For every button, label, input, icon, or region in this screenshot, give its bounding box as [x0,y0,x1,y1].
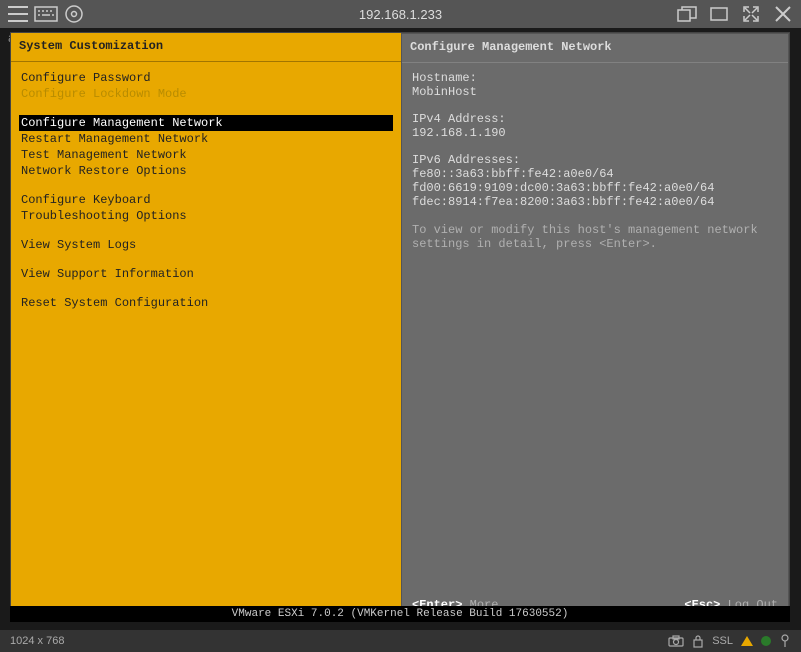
menu-item[interactable]: Configure Lockdown Mode [19,86,393,102]
menu-icon[interactable] [6,2,30,26]
topbar-left-icons [6,2,86,26]
status-bar: 1024 x 768 SSL [0,630,801,652]
fullscreen-icon[interactable] [739,2,763,26]
pin-icon[interactable] [779,634,791,648]
dcui-panels: System Customization Configure PasswordC… [11,33,789,619]
remote-host-title: 192.168.1.233 [359,7,442,22]
menu-item[interactable]: Configure Keyboard [19,192,393,208]
left-panel: System Customization Configure PasswordC… [11,33,401,619]
keyboard-icon[interactable] [34,2,58,26]
status-resolution: 1024 x 768 [10,635,64,647]
menu-item[interactable]: Test Management Network [19,147,393,163]
menu-item[interactable]: Configure Management Network [19,115,393,131]
menu-item[interactable]: Restart Management Network [19,131,393,147]
close-icon[interactable] [771,2,795,26]
window-restore-icon[interactable] [675,2,699,26]
menu-item[interactable]: Troubleshooting Options [19,208,393,224]
status-circle-icon [761,636,771,646]
esxi-dcui-window: System Customization Configure PasswordC… [10,32,790,620]
ipv4-value: 192.168.1.190 [412,126,778,140]
hostname-label: Hostname: [412,71,778,85]
topbar-right-icons [675,2,795,26]
esxi-version-footer: VMware ESXi 7.0.2 (VMKernel Release Buil… [10,606,790,622]
ipv6-label: IPv6 Addresses: [412,153,778,167]
menu-item[interactable]: View Support Information [19,266,393,282]
ssl-label: SSL [712,635,733,647]
left-panel-header: System Customization [11,33,401,61]
warning-triangle-icon [741,636,753,646]
menu-item[interactable]: Configure Password [19,70,393,86]
disc-icon[interactable] [62,2,86,26]
detail-hint: To view or modify this host's management… [412,223,778,251]
ipv6-value-1: fd00:6619:9109:dc00:3a63:bbff:fe42:a0e0/… [412,181,778,195]
menu-item[interactable]: View System Logs [19,237,393,253]
ipv4-label: IPv4 Address: [412,112,778,126]
menu-item[interactable]: Reset System Configuration [19,295,393,311]
remote-console-topbar: 192.168.1.233 [0,0,801,28]
lock-icon [692,634,704,648]
status-right: SSL [668,634,791,648]
detail-area: Hostname: MobinHost IPv4 Address: 192.16… [402,63,788,592]
camera-icon[interactable] [668,635,684,647]
menu-item[interactable]: Network Restore Options [19,163,393,179]
window-maximize-icon[interactable] [707,2,731,26]
ipv6-value-2: fdec:8914:f7ea:8200:3a63:bbff:fe42:a0e0/… [412,195,778,209]
right-panel-header: Configure Management Network [402,34,788,62]
menu-list: Configure PasswordConfigure Lockdown Mod… [11,62,401,319]
right-panel: Configure Management Network Hostname: M… [401,33,789,619]
ipv6-value-0: fe80::3a63:bbff:fe42:a0e0/64 [412,167,778,181]
hostname-value: MobinHost [412,85,778,99]
